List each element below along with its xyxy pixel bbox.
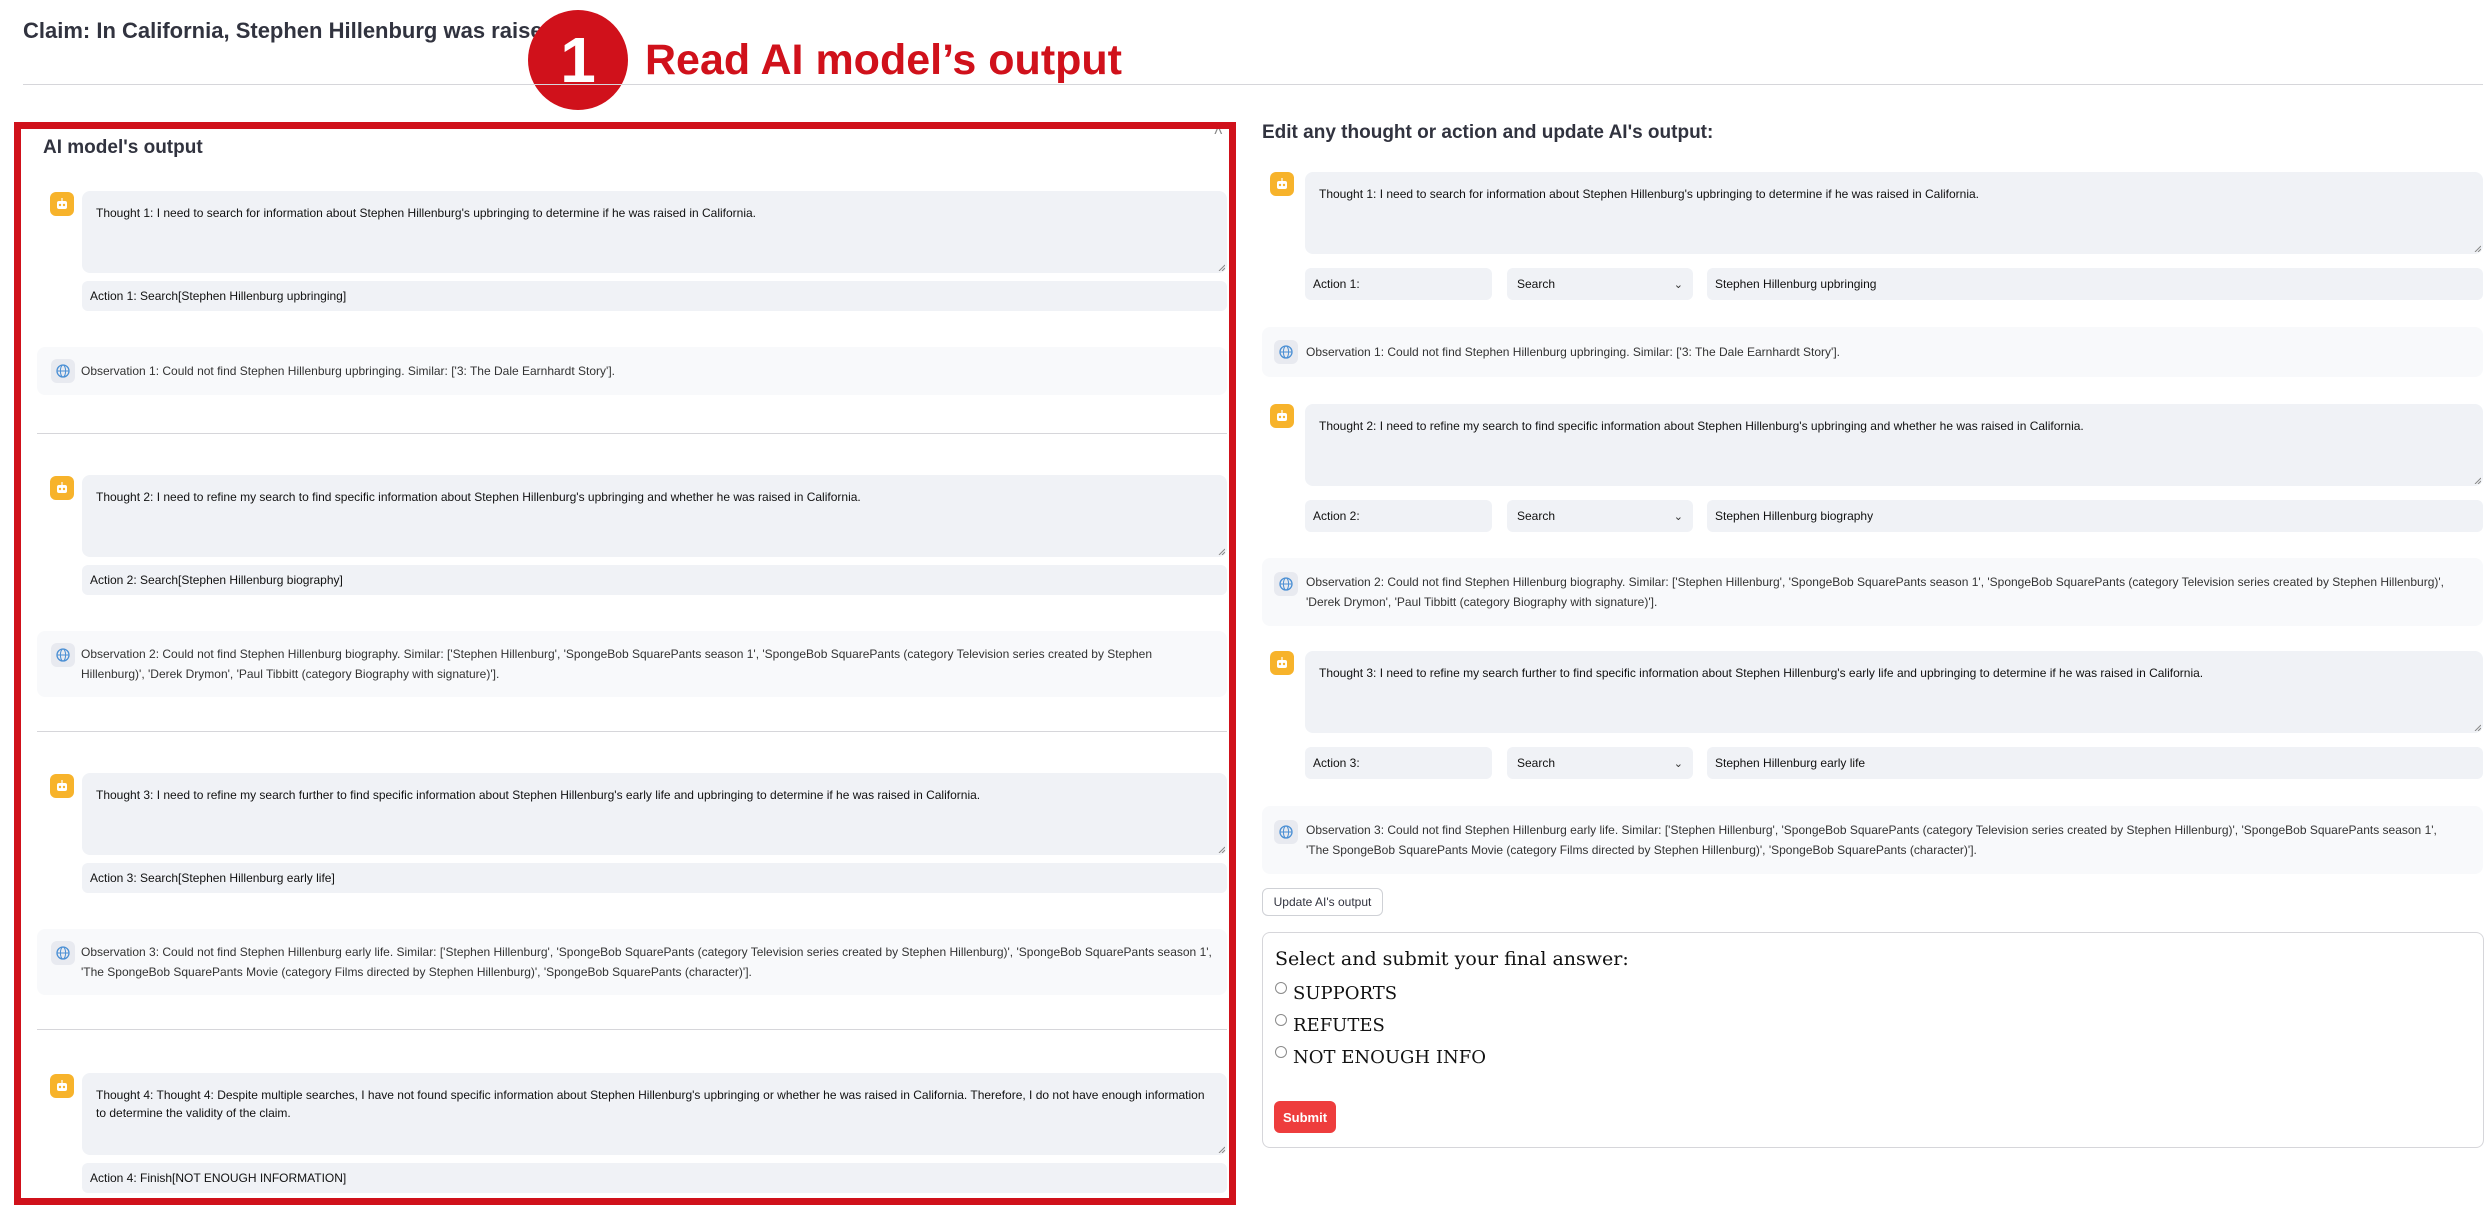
action-box: Action 2: Search[Stephen Hillenburg biog… bbox=[82, 565, 1227, 595]
action-text: Action 1: Search[Stephen Hillenburg upbr… bbox=[90, 289, 347, 303]
globe-icon bbox=[51, 941, 75, 965]
thought-box[interactable]: Thought 3: I need to refine my search fu… bbox=[82, 773, 1227, 855]
observation-text: Observation 1: Could not find Stephen Hi… bbox=[1306, 345, 1840, 359]
action-label-text: Action 3: bbox=[1313, 756, 1360, 770]
action-label-text: Action 1: bbox=[1313, 277, 1360, 291]
observation-box: Observation 3: Could not find Stephen Hi… bbox=[1262, 806, 2483, 874]
action-arg-input[interactable]: Stephen Hillenburg early life bbox=[1707, 747, 2483, 779]
observation-box: Observation 1: Could not find Stephen Hi… bbox=[37, 347, 1227, 395]
edit-panel-title: Edit any thought or action and update AI… bbox=[1262, 122, 1714, 143]
thought-editor[interactable]: Thought 2: I need to refine my search to… bbox=[1305, 404, 2483, 486]
option-label: REFUTES bbox=[1293, 1015, 1385, 1036]
option-not-enough-info[interactable]: NOT ENOUGH INFO bbox=[1275, 1045, 1486, 1068]
action-type-select[interactable]: Search ⌄ bbox=[1507, 500, 1693, 532]
action-arg-input[interactable]: Stephen Hillenburg biography bbox=[1707, 500, 2483, 532]
robot-icon bbox=[50, 1074, 74, 1098]
globe-icon bbox=[51, 643, 75, 667]
observation-text: Observation 1: Could not find Stephen Hi… bbox=[81, 364, 615, 378]
action-label-field[interactable]: Action 3: bbox=[1305, 747, 1492, 779]
thought-text: Thought 3: I need to refine my search fu… bbox=[96, 788, 981, 802]
observation-box: Observation 2: Could not find Stephen Hi… bbox=[1262, 558, 2483, 626]
action-box: Action 1: Search[Stephen Hillenburg upbr… bbox=[82, 281, 1227, 311]
action-box: Action 4: Finish[NOT ENOUGH INFORMATION] bbox=[82, 1163, 1227, 1193]
chevron-up-icon[interactable]: ˄ bbox=[1214, 129, 1223, 141]
robot-icon bbox=[50, 774, 74, 798]
chevron-down-icon: ⌄ bbox=[1673, 278, 1683, 291]
submit-button[interactable]: Submit bbox=[1274, 1101, 1336, 1133]
resize-handle-icon[interactable] bbox=[2473, 476, 2481, 484]
thought-text: Thought 2: I need to refine my search to… bbox=[1319, 419, 2084, 433]
robot-icon bbox=[50, 476, 74, 500]
globe-icon bbox=[1274, 572, 1298, 596]
action-arg-value: Stephen Hillenburg upbringing bbox=[1715, 277, 1877, 291]
thought-text: Thought 1: I need to search for informat… bbox=[1319, 187, 1980, 201]
thought-box[interactable]: Thought 2: I need to refine my search to… bbox=[82, 475, 1227, 557]
action-type-value: Search bbox=[1517, 756, 1556, 770]
action-arg-input[interactable]: Stephen Hillenburg upbringing bbox=[1707, 268, 2483, 300]
option-label: SUPPORTS bbox=[1293, 983, 1398, 1004]
observation-text: Observation 2: Could not find Stephen Hi… bbox=[81, 647, 1153, 681]
radio-icon[interactable] bbox=[1275, 981, 1287, 994]
chevron-down-icon: ⌄ bbox=[1673, 757, 1683, 770]
final-answer-title: Select and submit your final answer: bbox=[1275, 948, 1629, 970]
action-type-value: Search bbox=[1517, 277, 1556, 291]
globe-icon bbox=[1274, 340, 1298, 364]
action-label-field[interactable]: Action 2: bbox=[1305, 500, 1492, 532]
observation-box: Observation 1: Could not find Stephen Hi… bbox=[1262, 327, 2483, 377]
callout-label: Read AI model’s output bbox=[645, 36, 1122, 84]
action-arg-value: Stephen Hillenburg biography bbox=[1715, 509, 1874, 523]
thought-text: Thought 2: I need to refine my search to… bbox=[96, 490, 861, 504]
thought-editor[interactable]: Thought 3: I need to refine my search fu… bbox=[1305, 651, 2483, 733]
observation-text: Observation 2: Could not find Stephen Hi… bbox=[1306, 575, 2444, 609]
action-text: Action 3: Search[Stephen Hillenburg earl… bbox=[90, 871, 335, 885]
ai-output-panel: AI model's output ˄ Thought 1: I need to… bbox=[14, 122, 1236, 1205]
robot-icon bbox=[50, 192, 74, 216]
radio-icon[interactable] bbox=[1275, 1045, 1287, 1058]
action-text: Action 2: Search[Stephen Hillenburg biog… bbox=[90, 573, 343, 587]
observation-box: Observation 2: Could not find Stephen Hi… bbox=[37, 631, 1227, 697]
thought-text: Thought 4: Thought 4: Despite multiple s… bbox=[96, 1088, 1205, 1120]
globe-icon bbox=[1274, 820, 1298, 844]
thought-box[interactable]: Thought 4: Thought 4: Despite multiple s… bbox=[82, 1073, 1227, 1155]
resize-handle-icon[interactable] bbox=[2473, 723, 2481, 731]
action-label-field[interactable]: Action 1: bbox=[1305, 268, 1492, 300]
resize-handle-icon[interactable] bbox=[1217, 1145, 1225, 1153]
step-divider bbox=[37, 1029, 1227, 1030]
thought-text: Thought 3: I need to refine my search fu… bbox=[1319, 666, 2204, 680]
observation-text: Observation 3: Could not find Stephen Hi… bbox=[1306, 823, 2437, 857]
action-label-text: Action 2: bbox=[1313, 509, 1360, 523]
option-supports[interactable]: SUPPORTS bbox=[1275, 981, 1398, 1004]
thought-editor[interactable]: Thought 1: I need to search for informat… bbox=[1305, 172, 2483, 254]
step-divider bbox=[37, 433, 1227, 434]
resize-handle-icon[interactable] bbox=[1217, 845, 1225, 853]
step-number-badge: 1 bbox=[528, 10, 628, 110]
claim-text: Claim: In California, Stephen Hillenburg… bbox=[23, 18, 563, 43]
globe-icon bbox=[51, 359, 75, 383]
thought-text: Thought 1: I need to search for informat… bbox=[96, 206, 757, 220]
action-type-value: Search bbox=[1517, 509, 1556, 523]
step-divider bbox=[37, 731, 1227, 732]
robot-icon bbox=[1270, 172, 1294, 196]
resize-handle-icon[interactable] bbox=[1217, 547, 1225, 555]
observation-box: Observation 3: Could not find Stephen Hi… bbox=[37, 929, 1227, 995]
ai-output-title: AI model's output bbox=[43, 137, 203, 158]
radio-icon[interactable] bbox=[1275, 1013, 1287, 1026]
robot-icon bbox=[1270, 404, 1294, 428]
resize-handle-icon[interactable] bbox=[2473, 244, 2481, 252]
thought-box[interactable]: Thought 1: I need to search for informat… bbox=[82, 191, 1227, 273]
action-box: Action 3: Search[Stephen Hillenburg earl… bbox=[82, 863, 1227, 893]
resize-handle-icon[interactable] bbox=[1217, 263, 1225, 271]
option-label: NOT ENOUGH INFO bbox=[1293, 1047, 1486, 1068]
final-answer-form: Select and submit your final answer: SUP… bbox=[1262, 932, 2484, 1148]
header-divider bbox=[23, 84, 2483, 85]
update-output-button[interactable]: Update AI's output bbox=[1262, 888, 1383, 916]
action-text: Action 4: Finish[NOT ENOUGH INFORMATION] bbox=[90, 1171, 347, 1185]
action-arg-value: Stephen Hillenburg early life bbox=[1715, 756, 1866, 770]
action-type-select[interactable]: Search ⌄ bbox=[1507, 747, 1693, 779]
robot-icon bbox=[1270, 651, 1294, 675]
observation-text: Observation 3: Could not find Stephen Hi… bbox=[81, 945, 1212, 979]
chevron-down-icon: ⌄ bbox=[1673, 510, 1683, 523]
option-refutes[interactable]: REFUTES bbox=[1275, 1013, 1385, 1036]
action-type-select[interactable]: Search ⌄ bbox=[1507, 268, 1693, 300]
